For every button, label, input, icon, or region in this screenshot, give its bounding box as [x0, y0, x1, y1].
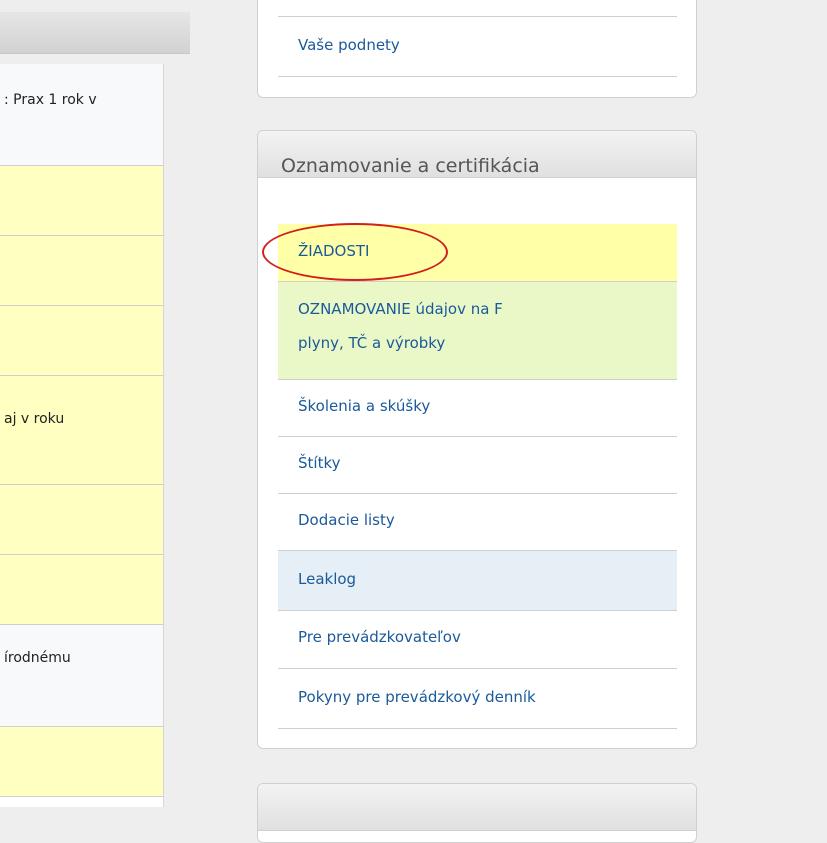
menu-item-label: Pre prevádzkovateľov [298, 628, 461, 646]
menu-item-skolenia[interactable]: Školenia a skúšky [278, 380, 677, 437]
bottom-menu-box [257, 783, 697, 843]
list-item[interactable] [0, 236, 163, 306]
left-panel-header [0, 12, 190, 54]
menu-item-leaklog[interactable]: Leaklog [278, 551, 677, 611]
menu-item-label: Vaše podnety [298, 36, 400, 54]
list-item[interactable] [0, 485, 163, 555]
list-item[interactable] [0, 306, 163, 376]
list-item[interactable] [0, 166, 163, 236]
menu-item-label: Štítky [298, 454, 341, 472]
highlight-oval-annotation [262, 223, 448, 281]
bottom-box-header [258, 784, 696, 831]
menu-item-label: Leaklog [298, 570, 357, 588]
menu-item-stitky[interactable]: Štítky [278, 437, 677, 494]
list-item[interactable]: aj v roku [0, 376, 163, 485]
list-item-text: írodnému [4, 650, 71, 666]
menu-item-pokyny[interactable]: Pokyny pre prevádzkový denník [278, 669, 677, 729]
certification-box-header: Oznamovanie a certifikácia [258, 131, 696, 178]
menu-item-label-line2: plyny, TČ a výrobky [298, 334, 446, 352]
list-item[interactable] [0, 555, 163, 625]
list-item[interactable]: írodnému [0, 625, 163, 727]
menu-item-vase-podnety[interactable]: Vaše podnety [278, 16, 677, 77]
menu-item-dodacie-listy[interactable]: Dodacie listy [278, 494, 677, 551]
menu-item-label-line1: OZNAMOVANIE údajov na F [298, 300, 503, 318]
list-item[interactable]: : Prax 1 rok v [0, 64, 163, 166]
list-item-text: aj v roku [4, 411, 65, 427]
menu-item-label: Pokyny pre prevádzkový denník [298, 688, 536, 706]
menu-item-oznamovanie[interactable]: OZNAMOVANIE údajov na F plyny, TČ a výro… [278, 282, 677, 380]
left-panel: : Prax 1 rok v aj v roku írodnému [0, 0, 190, 807]
left-panel-list: : Prax 1 rok v aj v roku írodnému [0, 64, 164, 807]
list-item[interactable] [0, 727, 163, 797]
menu-item-label: Dodacie listy [298, 511, 395, 529]
list-item-text: : Prax 1 rok v [4, 92, 97, 108]
menu-item-pre-prevadzkovatelov[interactable]: Pre prevádzkovateľov [278, 611, 677, 669]
certification-box-title: Oznamovanie a certifikácia [281, 155, 540, 177]
menu-item-label: Školenia a skúšky [298, 397, 431, 415]
